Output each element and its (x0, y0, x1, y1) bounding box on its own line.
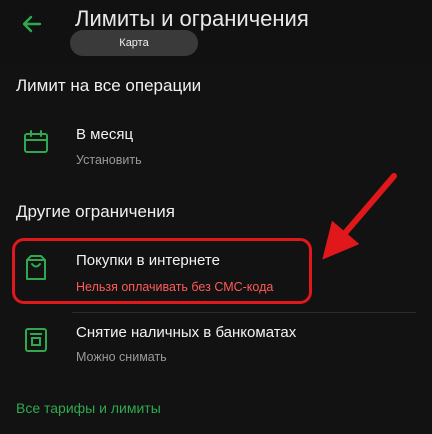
red-highlight-frame (12, 238, 312, 304)
calendar-icon (24, 130, 48, 153)
section-title-other: Другие ограничения (16, 202, 176, 221)
back-arrow-icon[interactable] (18, 10, 46, 38)
divider (72, 312, 416, 313)
page-title: Лимиты и ограничения (75, 6, 309, 31)
atm-withdrawal-title[interactable]: Снятие наличных в банкоматах (76, 324, 296, 341)
annotation-arrow-icon (322, 173, 397, 260)
card-chip[interactable]: Карта (70, 30, 198, 56)
month-limit-title[interactable]: В месяц (76, 126, 133, 143)
all-tariffs-link[interactable]: Все тарифы и лимиты (16, 400, 161, 416)
top-app-bar: Лимиты и ограничения Карта (0, 0, 432, 62)
section-title-limit-all: Лимит на все операции (16, 76, 202, 95)
month-limit-subtitle: Установить (76, 153, 142, 167)
atm-withdrawal-subtitle: Можно снимать (76, 350, 167, 364)
atm-icon (25, 328, 47, 352)
